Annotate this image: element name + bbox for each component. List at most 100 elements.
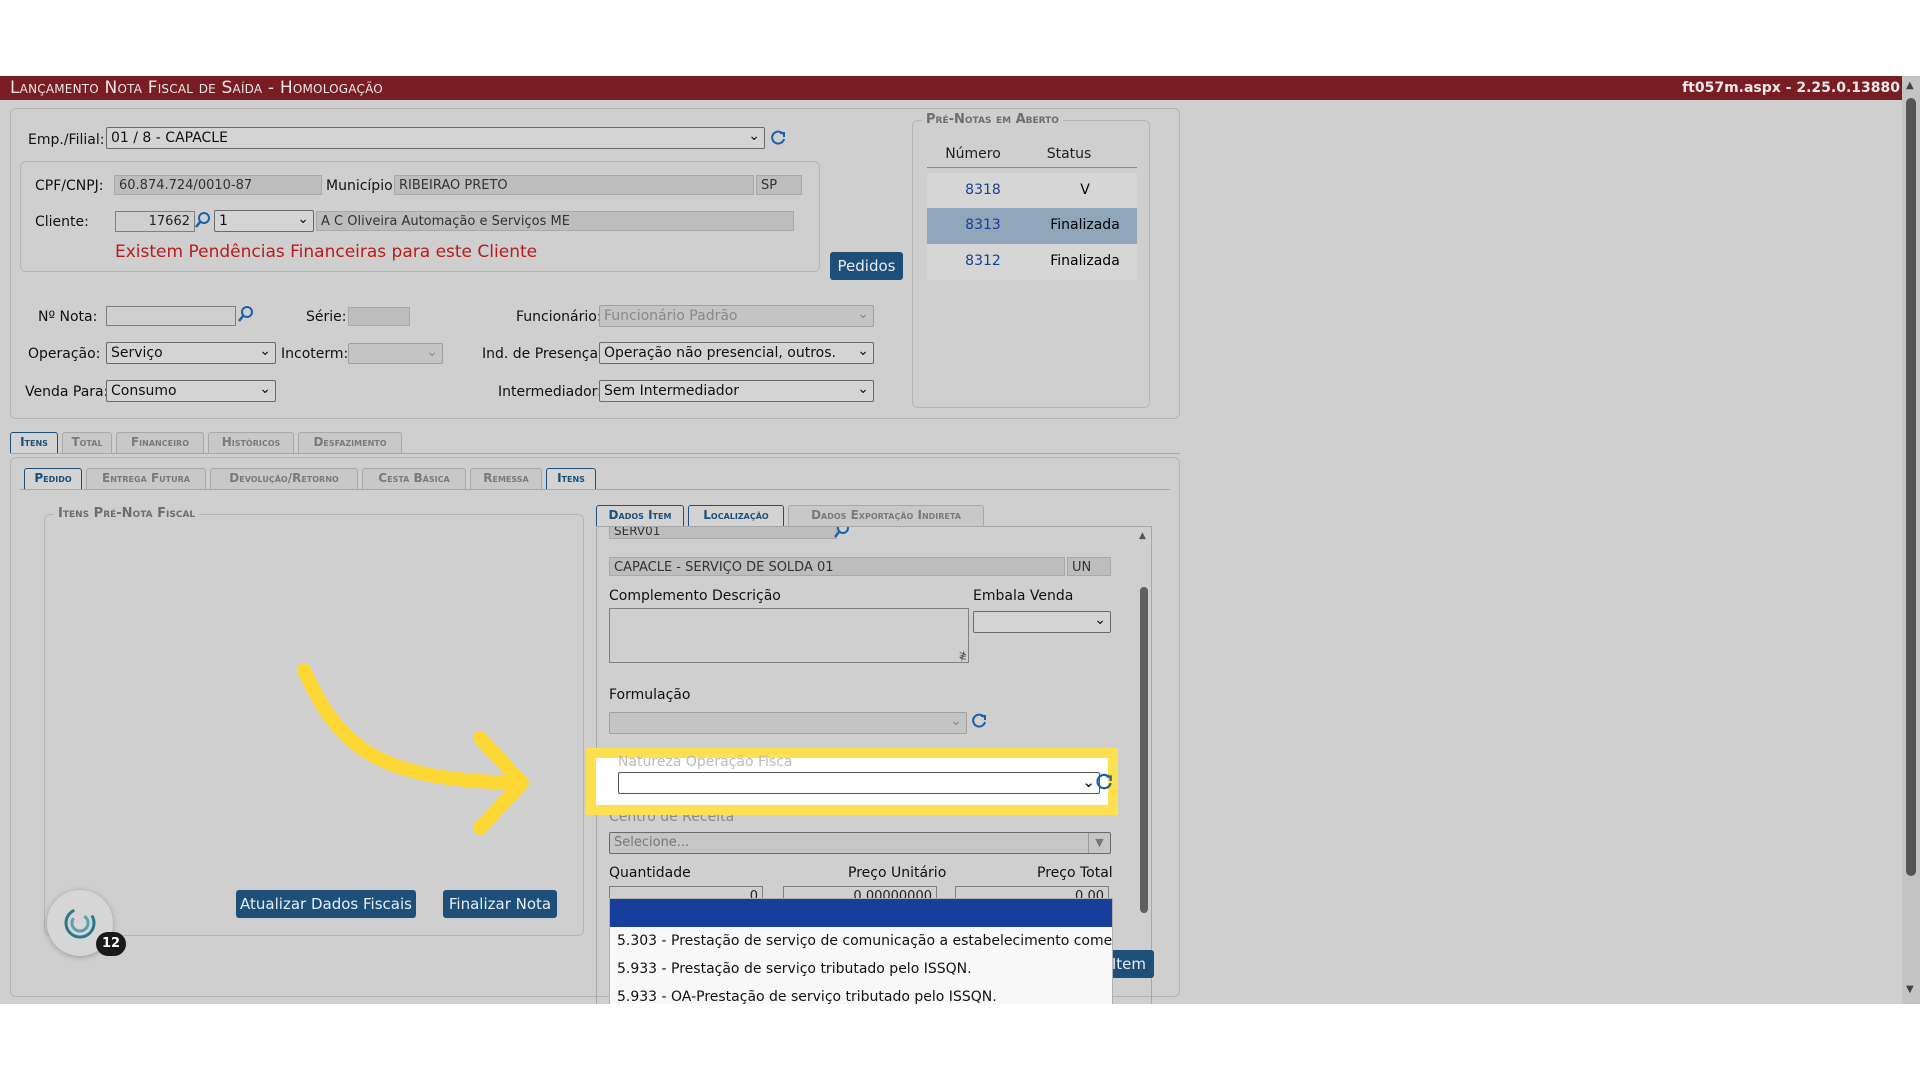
prenota-numero[interactable]: 8313 <box>927 217 1039 233</box>
centro-placeholder: Selecione... <box>614 835 690 850</box>
complemento-textarea[interactable]: ≹ <box>609 608 969 663</box>
intermediador-value: Sem Intermediador <box>604 383 740 399</box>
item-unit-field[interactable]: UN <box>1067 557 1111 576</box>
serie-field[interactable] <box>348 307 410 326</box>
presenca-select[interactable]: Operação não presencial, outros. ⌄ <box>599 342 874 364</box>
prenota-numero[interactable]: 8318 <box>927 182 1039 198</box>
col-numero: Número <box>945 146 1001 162</box>
refresh-icon[interactable] <box>1094 772 1114 792</box>
cliente-seq-select[interactable]: 1 ⌄ <box>214 210 314 232</box>
incoterm-label: Incoterm: <box>281 346 349 362</box>
scroll-up-icon[interactable]: ▲ <box>1139 531 1146 541</box>
tab-localizacao[interactable]: Localização <box>688 505 784 526</box>
nota-input[interactable] <box>106 306 236 326</box>
natureza-select[interactable]: ⌄ <box>618 772 1100 794</box>
list-item-selected[interactable] <box>610 899 1112 927</box>
tab-remessa[interactable]: Remessa <box>470 468 542 489</box>
itens-prenota-legend: Itens Pré-Nota Fiscal <box>54 506 200 521</box>
detail-scrollbar[interactable]: ▲ <box>1137 527 1151 927</box>
list-item[interactable]: 5.303 - Prestação de serviço de comunica… <box>610 927 1112 955</box>
tab-dados-exportacao[interactable]: Dados Exportação Indireta <box>788 505 984 526</box>
tab-divider <box>10 453 1180 454</box>
embala-label: Embala Venda <box>973 588 1074 604</box>
tab-total[interactable]: Total <box>62 432 112 453</box>
assistant-logo-icon <box>64 907 96 939</box>
app-window: Lançamento Nota Fiscal de Saída - Homolo… <box>0 76 1920 1004</box>
funcionario-label: Funcionário: <box>516 309 602 325</box>
scroll-down-icon[interactable]: ▼ <box>1906 984 1914 995</box>
cliente-label: Cliente: <box>35 214 89 230</box>
preco-total-label: Preço Total <box>1037 865 1113 881</box>
operacao-label: Operação: <box>28 346 101 362</box>
list-item[interactable]: 5.933 - Prestação de serviço tributado p… <box>610 955 1112 983</box>
tab-devolucao[interactable]: Devolução/Retorno <box>210 468 358 489</box>
col-status: Status <box>1046 146 1092 162</box>
incoterm-select[interactable]: ⌄ <box>348 343 443 364</box>
cliente-code-input[interactable]: 17662 <box>115 211 195 232</box>
tab-desfazimento[interactable]: Desfazimento <box>298 432 402 453</box>
natureza-label-faded: Natureza Operação Fisca <box>618 754 793 770</box>
chevron-down-icon: ⌄ <box>259 343 271 359</box>
resize-handle-icon[interactable]: ≹ <box>959 651 967 662</box>
refresh-icon[interactable] <box>769 129 787 147</box>
emp-value: 01 / 8 - CAPACLE <box>111 130 228 146</box>
dropdown-arrow-icon: ▼ <box>1088 833 1110 853</box>
item-description-field[interactable]: CAPACLE - SERVIÇO DE SOLDA 01 <box>609 557 1065 576</box>
tab-pedido[interactable]: Pedido <box>24 468 82 489</box>
venda-select[interactable]: Consumo ⌄ <box>106 380 276 402</box>
list-item[interactable]: 5.933 - OA-Prestação de serviço tributad… <box>610 983 1112 1004</box>
refresh-icon[interactable] <box>970 712 988 730</box>
formulacao-select[interactable]: ⌄ <box>609 712 967 734</box>
tab-entrega-futura[interactable]: Entrega Futura <box>86 468 206 489</box>
atualizar-dados-fiscais-button[interactable]: Atualizar Dados Fiscais <box>236 890 416 918</box>
tab-historicos[interactable]: Históricos <box>208 432 294 453</box>
natureza-dropdown-list[interactable]: 5.303 - Prestação de serviço de comunica… <box>609 898 1113 1004</box>
search-icon[interactable] <box>237 305 255 323</box>
intermediador-select[interactable]: Sem Intermediador ⌄ <box>599 380 874 402</box>
municipio-field[interactable]: RIBEIRAO PRETO <box>394 175 754 195</box>
emp-select[interactable]: 01 / 8 - CAPACLE ⌄ <box>106 127 765 149</box>
cpf-field[interactable]: 60.874.724/0010-87 <box>114 175 322 195</box>
notification-badge: 12 <box>96 932 126 956</box>
prenotas-legend: Pré-Notas em Aberto <box>922 112 1063 127</box>
cliente-name-field[interactable]: A C Oliveira Automação e Serviços ME <box>316 211 794 231</box>
search-icon[interactable] <box>833 526 851 539</box>
scroll-thumb[interactable] <box>1140 587 1148 913</box>
option-label <box>610 905 617 921</box>
highlight-inner: Natureza Operação Fisca ⌄ <box>596 754 1112 805</box>
pedidos-button[interactable]: Pedidos <box>830 252 903 280</box>
financial-warning: Existem Pendências Financeiras para este… <box>115 242 538 262</box>
page-scrollbar[interactable]: ▲ ▼ <box>1902 76 1920 1004</box>
complemento-label: Complemento Descrição <box>609 588 781 604</box>
prenota-status: V <box>1080 182 1090 198</box>
funcionario-select[interactable]: Funcionário Padrão ⌄ <box>599 305 874 327</box>
table-row[interactable]: 8312 Finalizada <box>927 244 1137 280</box>
chevron-down-icon: ⌄ <box>857 306 869 322</box>
chevron-down-icon: ⌄ <box>1094 612 1106 628</box>
uf-field[interactable]: SP <box>756 175 802 195</box>
preco-unitario-label: Preço Unitário <box>848 865 947 881</box>
item-code-field[interactable]: SERV01 <box>609 527 837 539</box>
scroll-up-icon[interactable]: ▲ <box>1906 80 1914 91</box>
prenota-numero[interactable]: 8312 <box>927 253 1039 269</box>
embala-select[interactable]: ⌄ <box>973 611 1111 633</box>
tab-financeiro[interactable]: Financeiro <box>116 432 204 453</box>
prenota-status: Finalizada <box>1050 217 1120 233</box>
centro-select[interactable]: Selecione... ▼ <box>609 832 1111 854</box>
finalizar-nota-button[interactable]: Finalizar Nota <box>443 890 557 918</box>
search-icon[interactable] <box>194 211 212 229</box>
tab-itens-sub[interactable]: Itens <box>546 468 596 489</box>
chevron-down-icon: ⌄ <box>857 343 869 359</box>
table-row[interactable]: 8313 Finalizada <box>927 208 1137 244</box>
tab-cesta-basica[interactable]: Cesta Básica <box>362 468 466 489</box>
page-scroll-thumb[interactable] <box>1906 98 1916 876</box>
nota-label: Nº Nota: <box>38 309 98 325</box>
operacao-select[interactable]: Serviço ⌄ <box>106 342 276 364</box>
chevron-down-icon: ⌄ <box>297 211 309 227</box>
annotation-arrow-icon <box>297 663 529 835</box>
tab-itens[interactable]: Itens <box>10 432 58 453</box>
municipio-label: Município: <box>326 178 398 194</box>
tab-dados-item[interactable]: Dados Item <box>596 505 684 526</box>
prenotas-header: Número Status <box>927 142 1137 168</box>
table-row[interactable]: 8318 V <box>927 173 1137 208</box>
